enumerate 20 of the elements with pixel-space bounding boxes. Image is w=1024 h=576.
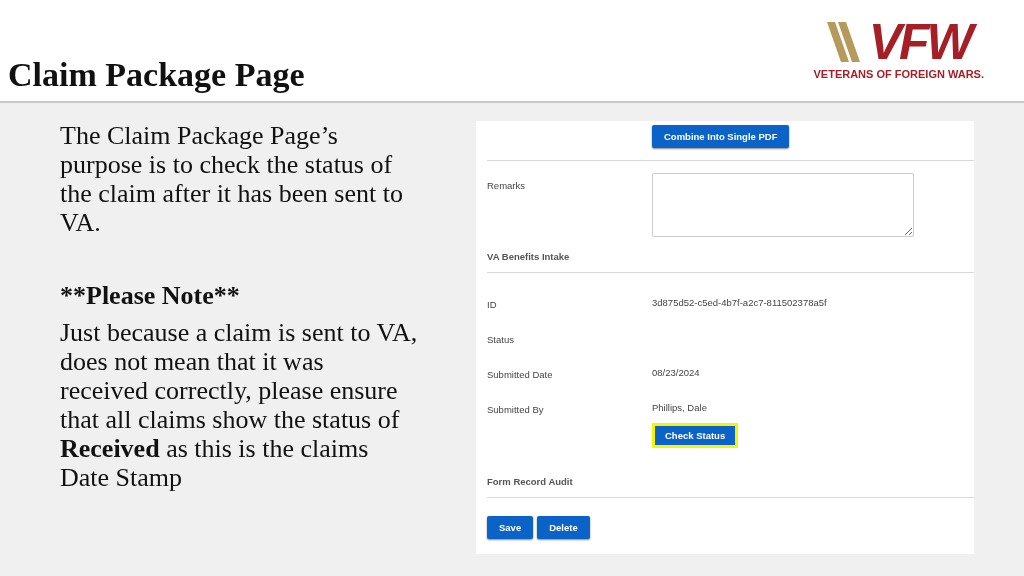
field-value: 3d875d52-c5ed-4b7f-a2c7-811502378a5f bbox=[652, 297, 828, 308]
section-heading: Form Record Audit bbox=[487, 476, 573, 487]
note-paragraph: Just because a claim is sent to VA, does not mean that it was received correctly, please ensure that all claims show the status of Received as this is the claims Date Stamp bbox=[60, 318, 418, 492]
field-label: Submitted By bbox=[487, 404, 545, 415]
field-value: Phillips, Dale bbox=[652, 402, 708, 413]
action-button[interactable]: Combine Into Single PDF bbox=[652, 125, 790, 148]
action-button[interactable]: Delete bbox=[537, 516, 590, 539]
field-value: 08/23/2024 bbox=[652, 367, 701, 378]
field-label: ID bbox=[487, 299, 498, 310]
slide-title: Claim Package Page bbox=[8, 56, 305, 94]
logo-tagline: VETERANS OF FOREIGN WARS. bbox=[813, 68, 984, 80]
action-button[interactable]: Save bbox=[487, 516, 534, 539]
field-label: Submitted Date bbox=[487, 369, 554, 380]
action-button[interactable]: Check Status bbox=[655, 426, 736, 445]
note-paragraph: The Claim Package Page’s purpose is to check the status of the claim after it has been sent to VA. bbox=[60, 121, 404, 237]
remarks-field[interactable] bbox=[652, 173, 914, 237]
field-label: Remarks bbox=[487, 180, 526, 191]
section-heading: VA Benefits Intake bbox=[487, 251, 570, 262]
note-heading: **Please Note** bbox=[60, 281, 241, 310]
field-label: Status bbox=[487, 334, 515, 345]
